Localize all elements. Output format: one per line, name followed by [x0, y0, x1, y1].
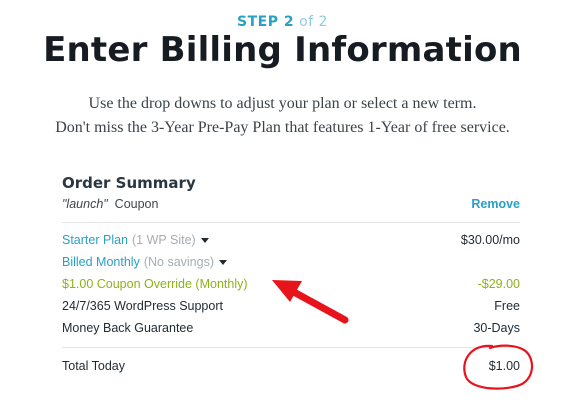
step-label: STEP 2: [237, 14, 295, 30]
coupon-override-value: -$29.00: [477, 277, 520, 291]
divider-top: [62, 222, 520, 223]
caret-down-icon: [219, 260, 227, 265]
term-row: Billed Monthly (No savings): [62, 251, 520, 273]
plan-price: $30.00/mo: [460, 233, 520, 247]
term-detail: (No savings): [143, 255, 214, 269]
total-label: Total Today: [62, 359, 126, 373]
coupon-code: "launch": [62, 197, 108, 211]
plan-row: Starter Plan (1 WP Site) $30.00/mo: [62, 229, 520, 251]
step-total: of 2: [299, 14, 328, 30]
coupon-word: Coupon: [114, 197, 159, 211]
coupon-line: "launch" Coupon Remove: [62, 194, 520, 214]
plan-dropdown[interactable]: Starter Plan (1 WP Site): [62, 233, 209, 247]
coupon-override-label: $1.00 Coupon Override (Monthly): [62, 277, 248, 291]
total-row: Total Today $1.00: [62, 354, 520, 378]
intro-text: Use the drop downs to adjust your plan o…: [0, 92, 565, 140]
support-label: 24/7/365 WordPress Support: [62, 299, 223, 313]
order-summary: Order Summary "launch" Coupon Remove Sta…: [62, 172, 520, 378]
step-indicator: STEP 2 of 2: [0, 14, 565, 30]
remove-coupon-link[interactable]: Remove: [471, 197, 520, 211]
guarantee-value: 30-Days: [473, 321, 520, 335]
term-dropdown[interactable]: Billed Monthly (No savings): [62, 255, 227, 269]
coupon-override-row: $1.00 Coupon Override (Monthly) -$29.00: [62, 273, 520, 295]
support-row: 24/7/365 WordPress Support Free: [62, 295, 520, 317]
divider-bottom: [62, 347, 520, 348]
plan-detail: (1 WP Site): [132, 233, 196, 247]
coupon-info: "launch" Coupon: [62, 197, 158, 211]
caret-down-icon: [200, 238, 209, 243]
total-value: $1.00: [488, 359, 520, 373]
guarantee-label: Money Back Guarantee: [62, 321, 194, 335]
page-title: Enter Billing Information: [43, 30, 522, 70]
guarantee-row: Money Back Guarantee 30-Days: [62, 317, 520, 339]
plan-name: Starter Plan: [62, 233, 129, 247]
term-name: Billed Monthly: [62, 255, 140, 269]
order-summary-title: Order Summary: [62, 174, 196, 192]
support-value: Free: [494, 299, 520, 313]
intro-line-1: Use the drop downs to adjust your plan o…: [88, 95, 477, 112]
intro-line-2: Don't miss the 3-Year Pre-Pay Plan that …: [55, 119, 510, 136]
